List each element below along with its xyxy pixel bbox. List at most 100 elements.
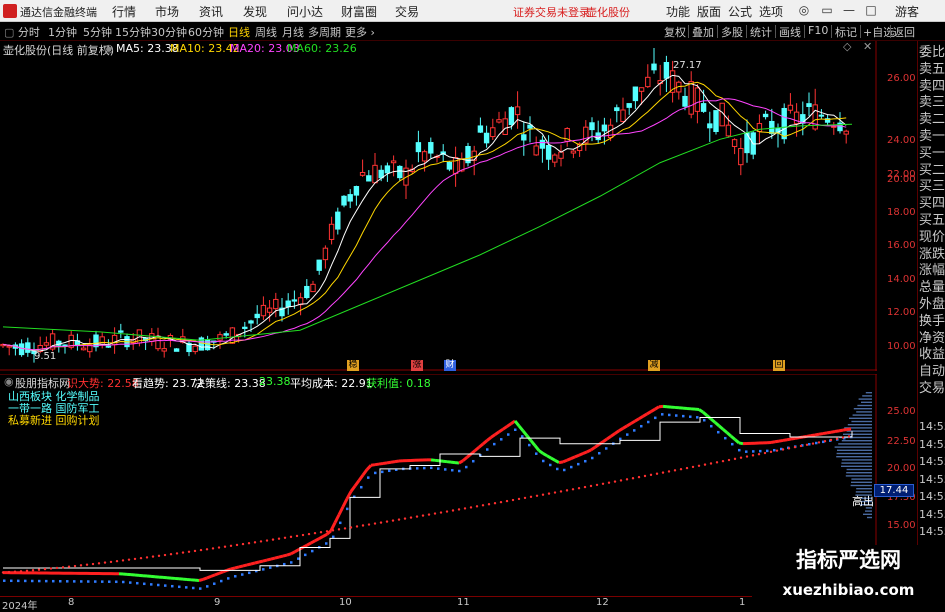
menu-item-xuanxiang[interactable]: 选项	[759, 3, 783, 20]
event-marker[interactable]: 减	[648, 360, 660, 371]
tool-huaxian[interactable]: 画线	[779, 24, 801, 40]
menu-item-gongshi[interactable]: 公式	[728, 3, 752, 20]
chip-bar	[847, 469, 872, 470]
indicator-chart[interactable]	[0, 374, 877, 596]
period-5min[interactable]: 5分钟	[83, 24, 112, 40]
trend-segment	[567, 459, 571, 461]
candle-body	[373, 165, 377, 182]
period-multi[interactable]: 多周期	[308, 24, 341, 40]
period-1min[interactable]: 1分钟	[48, 24, 77, 40]
avg-cost-dot	[302, 534, 304, 536]
trend-segment	[535, 446, 539, 451]
indicator-settings-icon[interactable]: ◉	[4, 375, 14, 388]
avg-cost-dot	[20, 570, 22, 572]
period-30min[interactable]: 30分钟	[151, 24, 187, 40]
tool-tongji[interactable]: 统计	[750, 24, 772, 40]
event-marker[interactable]: 财	[444, 360, 456, 371]
candle-body	[484, 133, 488, 143]
diamond-icon[interactable]: ◇	[843, 40, 851, 53]
support-dot	[696, 416, 699, 419]
support-dot	[717, 431, 720, 434]
indicator-value-e: 获利值: 0.18	[366, 375, 431, 391]
login-warning[interactable]: 证券交易未登录	[513, 4, 590, 20]
event-marker[interactable]: 稳	[347, 360, 359, 371]
event-marker[interactable]: 涨	[411, 360, 423, 371]
period-monthly[interactable]: 月线	[282, 24, 304, 40]
menu-item-banmian[interactable]: 版面	[697, 3, 721, 20]
menu-item-zixun[interactable]: 资讯	[199, 3, 223, 20]
support-dot	[500, 438, 503, 441]
price-axis: 26.00 24.00 22.00 20.00 18.00 16.00 14.0…	[877, 41, 917, 371]
maximize-icon[interactable]: □	[864, 3, 878, 17]
tool-biaoji[interactable]: 标记	[835, 24, 857, 40]
restore-icon[interactable]: —	[842, 3, 856, 17]
period-60min[interactable]: 60分钟	[188, 24, 224, 40]
menu-item-caifuquan[interactable]: 财富圈	[341, 3, 377, 20]
tag-line[interactable]: 私募新进 回购计划	[8, 415, 100, 427]
support-dot	[94, 580, 97, 583]
support-dot	[521, 435, 524, 438]
tool-fuquan[interactable]: 复权	[664, 24, 686, 40]
avg-cost-dot	[656, 473, 658, 475]
quote-panel-label: 买四	[919, 196, 945, 211]
checkbox-icon[interactable]: ▢	[4, 26, 14, 39]
menu-item-faxian[interactable]: 发现	[243, 3, 267, 20]
tool-fanhui[interactable]: 返回	[893, 24, 915, 40]
period-weekly[interactable]: 周线	[255, 24, 277, 40]
support-dot	[668, 414, 671, 417]
tool-f10[interactable]: F10	[808, 24, 828, 37]
support-dot	[143, 583, 146, 586]
price-tick: 14.00	[887, 274, 916, 285]
avg-cost-dot	[542, 494, 544, 496]
avg-cost-dot	[116, 560, 118, 562]
avg-cost-dot	[668, 470, 670, 472]
trend-segment	[771, 442, 775, 443]
menu-item-wenxiaoda[interactable]: 问小达	[287, 3, 323, 20]
period-fenshi[interactable]: 分时	[18, 26, 40, 39]
avg-cost-dot	[134, 558, 136, 560]
trade-time: 14:55	[919, 490, 945, 503]
candle-body	[249, 321, 253, 323]
trend-segment	[699, 409, 703, 412]
menu-item-jiaoyi[interactable]: 交易	[395, 3, 419, 20]
support-dot	[122, 581, 125, 584]
indicator-name[interactable]: 股朋指标网	[15, 375, 70, 391]
avg-cost-dot	[554, 491, 556, 493]
support-dot	[535, 452, 538, 455]
tool-diejia[interactable]: 叠加	[692, 24, 714, 40]
avg-cost-dot	[266, 539, 268, 541]
avg-cost-dot	[650, 474, 652, 476]
chip-bar	[847, 430, 872, 431]
support-dot	[241, 573, 244, 576]
guest-label[interactable]: 游客	[895, 3, 919, 20]
period-daily[interactable]: 日线	[228, 24, 250, 40]
support-dot	[640, 425, 643, 428]
trend-segment	[311, 541, 315, 543]
period-15min[interactable]: 15分钟	[115, 24, 151, 40]
settings-icon[interactable]: ◉	[104, 42, 114, 55]
period-more[interactable]: 更多 ›	[345, 24, 375, 40]
avg-cost-dot	[776, 449, 778, 451]
avg-cost-dot	[278, 538, 280, 540]
event-marker[interactable]: 回	[773, 360, 785, 371]
menu-item-hangqing[interactable]: 行情	[112, 3, 136, 20]
tool-duogu[interactable]: 多股	[721, 24, 743, 40]
avg-cost-dot	[500, 501, 502, 503]
support-dot	[591, 457, 594, 460]
menu-item-gongneng[interactable]: 功能	[666, 3, 690, 20]
close-chart-icon[interactable]: ✕	[863, 40, 872, 53]
menu-item-shichang[interactable]: 市场	[155, 3, 179, 20]
candle-body	[416, 143, 420, 152]
trend-segment	[387, 462, 391, 463]
trend-segment	[471, 451, 475, 454]
avg-cost-dot	[188, 551, 190, 553]
avg-cost-dot	[26, 570, 28, 572]
minimize-icon[interactable]: ▭	[820, 3, 834, 17]
candle-body	[794, 112, 798, 124]
quote-panel-label: 买三	[919, 179, 945, 194]
indicator-value-b: 看趋势: 23.72	[132, 375, 204, 391]
date-tick: 8	[68, 597, 74, 608]
kline-chart[interactable]: 27.17 9.51	[0, 41, 877, 371]
chip-bar	[842, 440, 872, 441]
ai-icon[interactable]: ◎	[797, 3, 811, 17]
